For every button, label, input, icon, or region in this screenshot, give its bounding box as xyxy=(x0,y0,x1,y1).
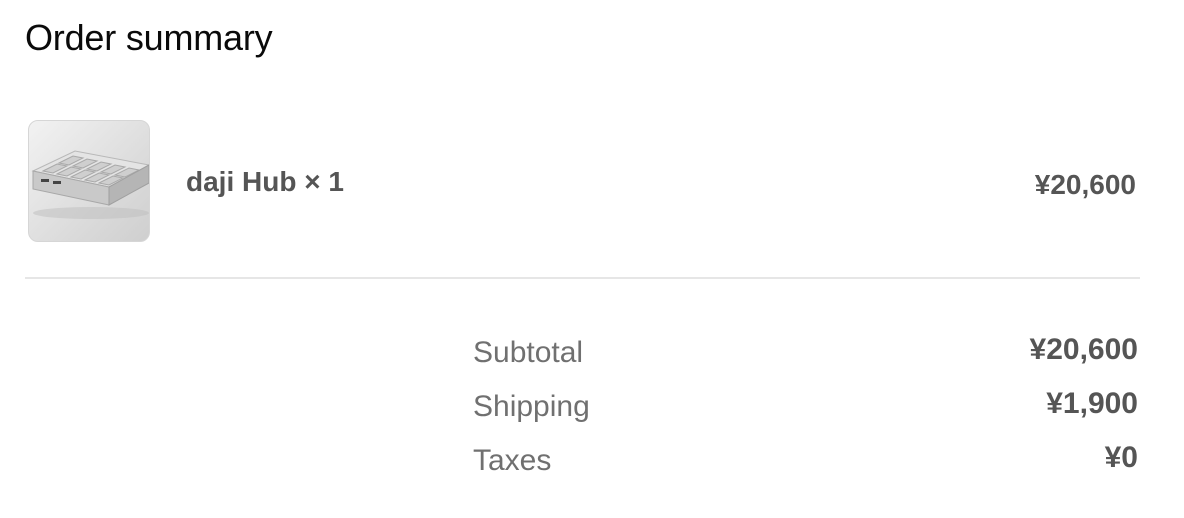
summary-row-shipping: Shipping ¥1,900 xyxy=(473,387,1138,430)
summary-row-subtotal: Subtotal ¥20,600 xyxy=(473,333,1138,376)
summary-row-taxes: Taxes ¥0 xyxy=(473,441,1138,484)
page-title: Order summary xyxy=(25,17,273,58)
taxes-value: ¥0 xyxy=(1104,441,1138,474)
product-name: daji Hub × 1 xyxy=(186,166,344,197)
subtotal-value: ¥20,600 xyxy=(1029,333,1138,366)
subtotal-label: Subtotal xyxy=(473,336,584,369)
hub-device-icon xyxy=(31,150,149,219)
shipping-value: ¥1,900 xyxy=(1046,387,1138,420)
product-price: ¥20,600 xyxy=(1034,169,1136,200)
divider xyxy=(25,277,1140,279)
taxes-label: Taxes xyxy=(473,444,552,477)
product-image xyxy=(28,120,150,242)
shipping-label: Shipping xyxy=(473,390,590,423)
